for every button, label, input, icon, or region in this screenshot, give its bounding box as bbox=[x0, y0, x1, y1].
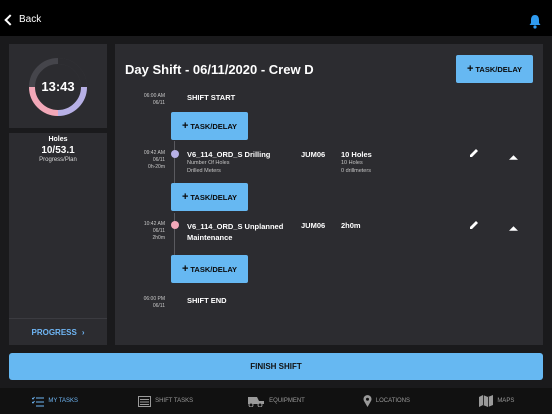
tab-equipment[interactable]: EQUIPMENT bbox=[221, 388, 331, 414]
tab-locations-label: LOCATIONS bbox=[375, 398, 411, 404]
plus-icon: + bbox=[466, 63, 474, 75]
insert-task-delay-button[interactable]: + TASK/DELAY bbox=[171, 255, 248, 283]
collapse-chevron-icon[interactable] bbox=[509, 154, 518, 160]
plus-icon: + bbox=[181, 120, 189, 132]
shift-start-label: SHIFT START bbox=[187, 93, 236, 102]
back-button[interactable]: Back bbox=[4, 13, 42, 26]
insert-task-delay-label: TASK/DELAY bbox=[190, 192, 238, 202]
collapse-chevron-icon[interactable] bbox=[509, 225, 518, 231]
task-maintenance-name[interactable]: V6_114_ORD_S Unplanned Maintenance bbox=[187, 221, 283, 243]
timeline-line bbox=[174, 213, 175, 258]
edit-pencil-icon[interactable] bbox=[469, 220, 479, 230]
shift-end-time: 06:00 PM 06/11 bbox=[143, 296, 165, 309]
task-drilling-value: 10 Holes bbox=[341, 150, 372, 159]
shift-title: Day Shift - 06/11/2020 - Crew D bbox=[125, 62, 314, 77]
shift-clock-card: 13:43 bbox=[9, 44, 107, 128]
list-box-icon bbox=[138, 395, 152, 407]
tab-locations[interactable]: LOCATIONS bbox=[331, 388, 441, 414]
shift-clock-time: 13:43 bbox=[41, 78, 75, 94]
tab-shift-tasks-label: SHIFT TASKS bbox=[155, 398, 194, 404]
tab-equipment-label: EQUIPMENT bbox=[269, 398, 305, 404]
task-maintenance-time: 10:42 AM 06/11 2h0m bbox=[143, 221, 165, 241]
holes-value: 10/53.1 bbox=[41, 145, 75, 156]
tab-shift-tasks[interactable]: SHIFT TASKS bbox=[110, 388, 220, 414]
insert-task-delay-button[interactable]: + TASK/DELAY bbox=[171, 183, 248, 211]
insert-task-delay-button[interactable]: + TASK/DELAY bbox=[171, 112, 248, 140]
tab-maps[interactable]: MAPS bbox=[442, 388, 552, 414]
edit-pencil-icon[interactable] bbox=[469, 148, 479, 158]
finish-shift-button[interactable]: FINISH SHIFT bbox=[9, 353, 543, 380]
tab-my-tasks-label: MY TASKS bbox=[48, 398, 79, 404]
map-icon bbox=[479, 395, 494, 407]
chevron-left-icon bbox=[4, 13, 16, 26]
bottom-tab-bar: MY TASKS SHIFT TASKS EQUIPMENT LOCATIONS bbox=[0, 388, 552, 414]
progress-link[interactable]: PROGRESS › bbox=[9, 318, 107, 345]
top-bar: Back bbox=[0, 0, 552, 36]
plus-icon: + bbox=[181, 263, 189, 275]
chevron-right-icon: › bbox=[81, 327, 85, 337]
shift-start-time: 06:00 AM 06/11 bbox=[143, 93, 165, 106]
task-maintenance-value: 2h0m bbox=[341, 221, 361, 230]
shift-end-label: SHIFT END bbox=[187, 296, 227, 305]
insert-task-delay-label: TASK/DELAY bbox=[190, 264, 238, 274]
task-maintenance-equipment: JUM06 bbox=[301, 221, 326, 230]
holes-card: Holes 10/53.1 Progress/Plan PROGRESS › bbox=[9, 133, 107, 345]
list-check-icon bbox=[32, 396, 45, 406]
timeline-line bbox=[174, 157, 175, 186]
tab-maps-label: MAPS bbox=[497, 398, 515, 404]
truck-icon bbox=[248, 396, 265, 407]
insert-task-delay-label: TASK/DELAY bbox=[190, 121, 238, 131]
pin-icon bbox=[363, 395, 372, 407]
bell-icon[interactable] bbox=[528, 14, 542, 29]
progress-link-label: PROGRESS bbox=[31, 327, 77, 337]
task-drilling-sublabels: Number Of Holes Drilled Meters bbox=[187, 160, 230, 174]
task-drilling-equipment: JUM06 bbox=[301, 150, 326, 159]
task-drilling-name[interactable]: V6_114_ORD_S Drilling bbox=[187, 150, 270, 159]
holes-title: Holes bbox=[48, 136, 68, 143]
task-maintenance-marker bbox=[171, 221, 179, 229]
plus-icon: + bbox=[181, 191, 189, 203]
add-task-delay-button[interactable]: + TASK/DELAY bbox=[456, 55, 533, 83]
shift-panel: Day Shift - 06/11/2020 - Crew D + TASK/DE… bbox=[115, 44, 543, 345]
task-drilling-value-details: 10 Holes 0 drillmeters bbox=[341, 160, 371, 174]
tab-my-tasks[interactable]: MY TASKS bbox=[0, 388, 110, 414]
back-label: Back bbox=[19, 14, 42, 25]
finish-shift-label: FINISH SHIFT bbox=[250, 362, 302, 371]
task-drilling-time: 09:42 AM 06/11 0h-20m bbox=[143, 150, 165, 170]
task-drilling-marker bbox=[171, 150, 179, 158]
add-task-delay-label: TASK/DELAY bbox=[475, 64, 523, 74]
holes-subtitle: Progress/Plan bbox=[39, 157, 77, 163]
